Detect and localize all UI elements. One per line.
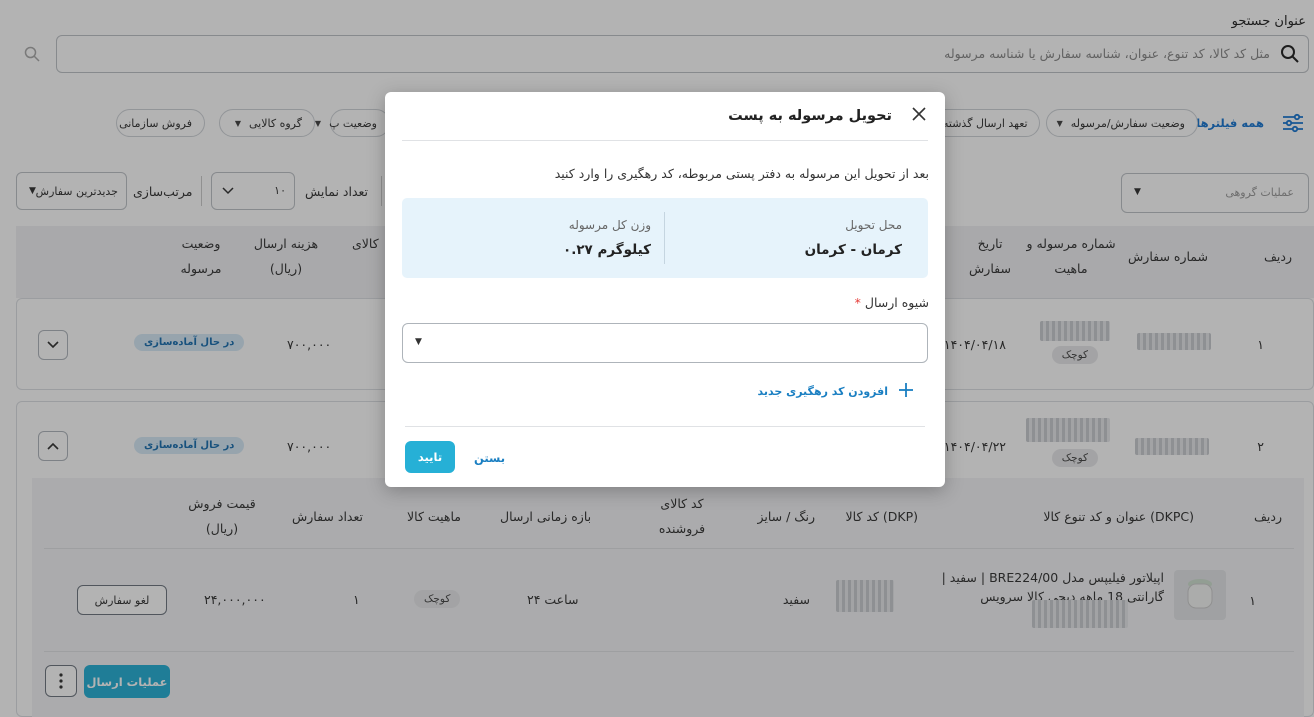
shipping-method-label-text: شیوه ارسال	[864, 295, 929, 310]
required-mark: *	[854, 295, 861, 310]
divider	[402, 140, 928, 141]
delivery-place-label: محل تحویل	[845, 218, 902, 232]
divider	[405, 426, 925, 427]
add-tracking-code-link[interactable]: افزودن کد رهگیری جدید	[758, 385, 888, 398]
weight-value: ۰.۲۷ کیلوگرم	[562, 242, 651, 258]
delivery-place-value: کرمان - کرمان	[804, 242, 902, 258]
close-button[interactable]: بستن	[474, 451, 505, 465]
dialog-title: تحویل مرسوله به پست	[728, 108, 892, 124]
confirm-button[interactable]: تایید	[405, 441, 455, 473]
shipping-method-label: شیوه ارسال *	[855, 295, 929, 310]
divider	[664, 212, 665, 264]
close-icon[interactable]	[912, 107, 926, 121]
plus-icon[interactable]	[899, 383, 913, 397]
dialog-description: بعد از تحویل این مرسوله به دفتر پستی مرب…	[554, 166, 929, 181]
shipment-info-box: محل تحویل کرمان - کرمان وزن کل مرسوله ۰.…	[402, 198, 928, 278]
weight-label: وزن کل مرسوله	[568, 218, 651, 232]
caret-down-icon: ▼	[415, 337, 422, 347]
shipping-method-select[interactable]: ▼	[402, 323, 928, 363]
deliver-to-post-dialog: تحویل مرسوله به پست بعد از تحویل این مرس…	[385, 92, 945, 487]
